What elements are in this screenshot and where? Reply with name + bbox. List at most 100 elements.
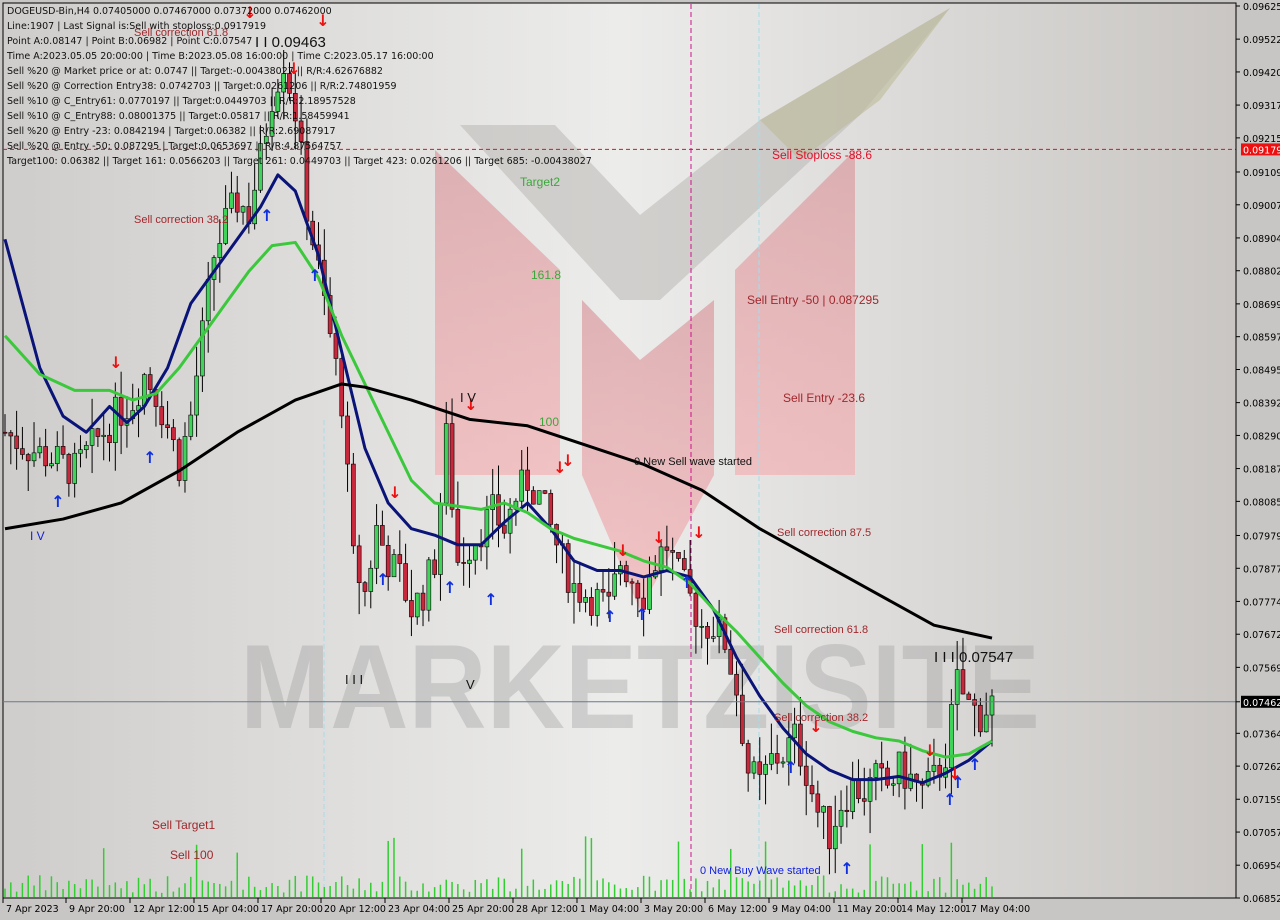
x-tick-label: 15 Apr 04:00 [197, 904, 259, 915]
bear-candle [14, 435, 19, 449]
info-panel: DOGEUSD-Bin,H4 0.07405000 0.07467000 0.0… [7, 4, 592, 169]
sell-arrow-icon: ↓ [692, 523, 705, 542]
chart-annotation: Sell correction 61.8 [774, 624, 868, 636]
bull-candle [142, 374, 147, 406]
chart-annotation: Sell correction 87.5 [777, 527, 871, 539]
bull-candle [821, 806, 826, 813]
x-tick-label: 25 Apr 20:00 [452, 904, 514, 915]
bear-candle [745, 743, 751, 774]
y-tick-label: 0.09420 [1243, 68, 1280, 79]
bull-candle [763, 763, 768, 775]
bull-candle [368, 567, 374, 592]
bear-candle [803, 765, 809, 786]
x-tick-label: 20 Apr 12:00 [324, 904, 386, 915]
bear-candle [107, 434, 112, 443]
bull-candle [850, 778, 855, 812]
bull-candle [472, 544, 478, 561]
bear-candle [844, 809, 850, 812]
bear-candle [676, 552, 681, 559]
x-tick-label: 17 May 04:00 [965, 904, 1030, 915]
bull-candle [873, 763, 879, 778]
bear-candle [176, 439, 182, 481]
buy-arrow-icon: ↑ [968, 755, 981, 774]
bear-candle [548, 493, 554, 525]
bear-candle [856, 778, 861, 799]
bear-candle [600, 589, 606, 593]
bull-candle [217, 243, 223, 258]
chart-annotation: I I I 0.07547 [934, 649, 1013, 666]
info-line: Sell %10 @ C_Entry61: 0.0770197 || Targe… [7, 96, 356, 107]
sell-arrow-icon: ↓ [109, 353, 122, 372]
buy-arrow-icon: ↑ [484, 590, 497, 609]
bear-candle [879, 763, 884, 769]
bull-candle [838, 809, 844, 827]
bear-candle [774, 753, 780, 764]
sell-arrow-icon: ↓ [561, 451, 574, 470]
bull-candle [949, 704, 954, 769]
chart-annotation: I V [460, 390, 476, 405]
watermark-label: MARKETZISITE [240, 620, 1040, 754]
info-line: Point A:0.08147 | Point B:0.06982 | Poin… [7, 36, 253, 47]
bear-candle [380, 525, 385, 546]
y-tick-label: 0.07159 [1243, 795, 1280, 806]
y-tick-label: 0.06954 [1243, 861, 1280, 872]
bear-candle [542, 490, 548, 494]
bear-candle [705, 626, 710, 639]
sell-arrow-icon: ↓ [923, 741, 936, 760]
bear-candle [629, 581, 635, 584]
chart-annotation: Sell correction 38.2 [774, 712, 868, 724]
x-tick-label: 11 May 20:00 [837, 904, 902, 915]
bull-candle [229, 192, 234, 209]
y-tick-label: 0.08904 [1243, 234, 1280, 245]
y-tick-label: 0.09625 [1243, 2, 1280, 13]
bear-candle [606, 591, 612, 597]
bear-candle [432, 559, 437, 575]
bear-candle [20, 448, 25, 455]
bear-candle [670, 550, 675, 553]
bull-candle [507, 508, 513, 534]
x-tick-label: 3 May 20:00 [644, 904, 703, 915]
bear-candle [356, 545, 362, 583]
y-tick-label: 0.09007 [1243, 201, 1280, 212]
y-tick-label: 0.07364 [1243, 729, 1280, 740]
bear-candle [60, 446, 66, 455]
bear-candle [397, 554, 403, 564]
bull-candle [374, 525, 379, 569]
buy-arrow-icon: ↑ [840, 859, 853, 878]
bear-candle [827, 806, 832, 850]
bull-candle [182, 436, 188, 481]
buy-arrow-icon: ↑ [143, 448, 156, 467]
bull-candle [711, 636, 716, 639]
x-tick-label: 12 Apr 12:00 [133, 904, 195, 915]
buy-arrow-icon: ↑ [943, 790, 956, 809]
bull-candle [467, 559, 472, 564]
y-tick-label: 0.06852 [1243, 894, 1280, 905]
x-tick-label: 28 Apr 12:00 [516, 904, 578, 915]
bull-candle [205, 279, 211, 322]
bull-candle [989, 695, 995, 716]
bear-candle [420, 592, 426, 611]
bear-candle [118, 396, 124, 426]
chart-annotation: I I I [345, 672, 363, 687]
bear-candle [734, 673, 739, 696]
info-line: Time A:2023.05.05 20:00:00 | Time B:2023… [7, 51, 434, 62]
bear-candle [351, 463, 356, 547]
buy-arrow-icon: ↑ [51, 492, 64, 511]
bull-candle [536, 490, 542, 505]
bull-candle [769, 753, 774, 765]
bear-candle [409, 600, 414, 618]
bull-candle [78, 449, 83, 454]
bull-candle [188, 414, 194, 437]
bear-candle [757, 761, 763, 775]
bear-candle [43, 446, 48, 467]
x-tick-label: 9 May 04:00 [772, 904, 831, 915]
bull-candle [792, 723, 797, 739]
y-tick-label: 0.09522 [1243, 35, 1280, 46]
bear-candle [461, 562, 466, 564]
chart-annotation: Target2 [520, 175, 560, 189]
bear-candle [589, 597, 594, 616]
bear-candle [693, 592, 699, 627]
bear-candle [147, 374, 153, 390]
chart-annotation: Sell Entry -50 | 0.087295 [747, 293, 879, 307]
bull-candle [954, 669, 960, 705]
